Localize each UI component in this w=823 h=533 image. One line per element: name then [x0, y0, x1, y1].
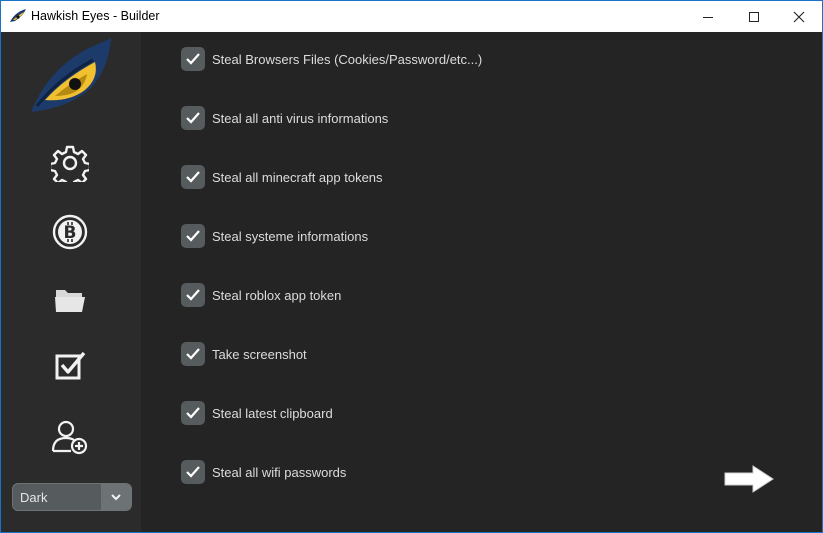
option-label: Steal all anti virus informations	[212, 110, 389, 126]
chevron-down-icon[interactable]	[101, 484, 131, 510]
checkmark-icon	[186, 112, 200, 124]
option-label: Steal Browsers Files (Cookies/Password/e…	[212, 51, 483, 67]
option-roblox-token[interactable]: Steal roblox app token	[181, 283, 341, 307]
option-system-info[interactable]: Steal systeme informations	[181, 224, 368, 248]
add-user-button[interactable]	[51, 418, 89, 456]
title-bar[interactable]: Hawkish Eyes - Builder	[1, 1, 822, 32]
checkmark-icon	[186, 53, 200, 65]
settings-button[interactable]	[51, 144, 89, 182]
checkbox[interactable]	[181, 342, 205, 366]
checkbox[interactable]	[181, 460, 205, 484]
checkbox[interactable]	[181, 283, 205, 307]
eye-logo	[31, 38, 111, 112]
checkmark-icon	[186, 466, 200, 478]
checkmark-icon	[186, 230, 200, 242]
crypto-button[interactable]: B	[51, 213, 89, 251]
checkmark-icon	[186, 348, 200, 360]
checkmark-icon	[186, 289, 200, 301]
checkbox[interactable]	[181, 165, 205, 189]
maximize-icon	[749, 11, 759, 22]
option-minecraft-tokens[interactable]: Steal all minecraft app tokens	[181, 165, 383, 189]
checkbox[interactable]	[181, 401, 205, 425]
folder-icon	[55, 290, 85, 312]
option-label: Steal all wifi passwords	[212, 464, 347, 480]
checkmark-icon	[186, 407, 200, 419]
option-label: Steal latest clipboard	[212, 405, 333, 421]
option-label: Steal all minecraft app tokens	[212, 169, 383, 185]
maximize-button[interactable]	[731, 1, 777, 32]
window-title: Hawkish Eyes - Builder	[31, 9, 160, 23]
minimize-button[interactable]	[685, 1, 731, 32]
files-button[interactable]	[51, 281, 89, 319]
sidebar: B Dark	[1, 32, 141, 532]
option-label: Steal systeme informations	[212, 228, 369, 244]
option-browsers-files[interactable]: Steal Browsers Files (Cookies/Password/e…	[181, 47, 482, 71]
checkbox[interactable]	[181, 106, 205, 130]
checkbox[interactable]	[181, 47, 205, 71]
minimize-icon	[703, 16, 713, 18]
options-button[interactable]	[51, 348, 89, 386]
svg-text:B: B	[64, 223, 77, 243]
checkbox-icon	[55, 351, 86, 380]
options-panel: Steal Browsers Files (Cookies/Password/e…	[141, 32, 822, 532]
checkmark-icon	[186, 171, 200, 183]
add-user-icon	[51, 420, 88, 455]
close-icon	[793, 11, 805, 22]
option-label: Take screenshot	[212, 346, 307, 362]
checkbox[interactable]	[181, 224, 205, 248]
bitcoin-icon: B	[52, 214, 88, 250]
theme-dropdown-value: Dark	[20, 490, 48, 505]
close-button[interactable]	[776, 1, 822, 32]
option-wifi-passwords[interactable]: Steal all wifi passwords	[181, 460, 346, 484]
app-window: Hawkish Eyes - Builder B Dark Steal Brow…	[0, 0, 823, 533]
option-label: Steal roblox app token	[212, 287, 342, 303]
theme-dropdown[interactable]: Dark	[12, 483, 132, 511]
gear-icon	[51, 145, 89, 182]
next-arrow-button[interactable]	[723, 464, 775, 494]
option-antivirus-info[interactable]: Steal all anti virus informations	[181, 106, 388, 130]
option-screenshot[interactable]: Take screenshot	[181, 342, 307, 366]
eye-logo-icon	[10, 9, 26, 22]
option-clipboard[interactable]: Steal latest clipboard	[181, 401, 333, 425]
